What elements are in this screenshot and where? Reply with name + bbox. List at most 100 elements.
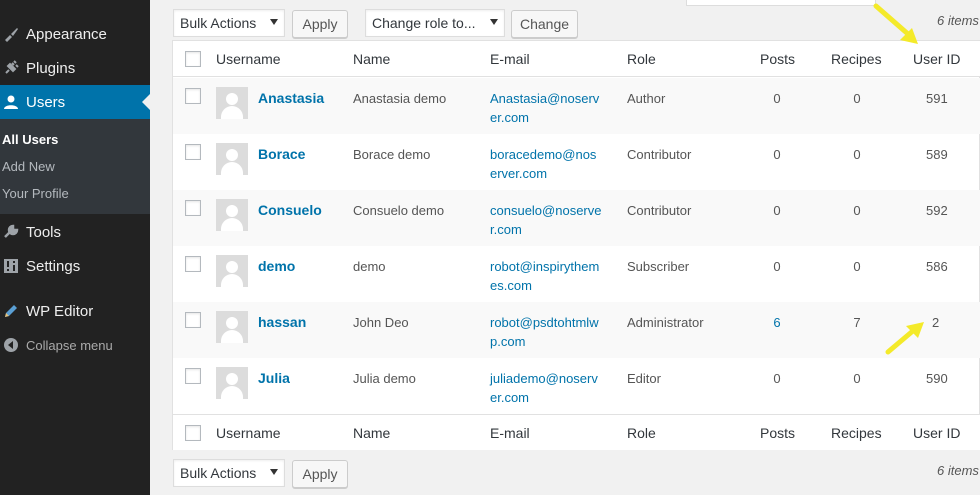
avatar — [216, 255, 248, 287]
row-checkbox[interactable] — [185, 88, 201, 104]
avatar — [216, 199, 248, 231]
email-link[interactable]: robot@psdtohtmlwp.com — [490, 313, 602, 351]
posts-count: 0 — [773, 147, 781, 162]
settings-icon — [1, 256, 21, 276]
column-username[interactable]: Username — [216, 51, 281, 67]
email-link[interactable]: Anastasia@noserver.com — [490, 89, 602, 127]
items-count-top: 6 items — [937, 13, 979, 28]
sidebar-item-label: WP Editor — [26, 302, 94, 320]
user-id: 591 — [926, 91, 948, 106]
sidebar-item-label: Settings — [26, 257, 81, 275]
bulk-actions-select-bottom[interactable]: Bulk Actions — [173, 459, 285, 487]
sidebar-item-settings[interactable]: Settings — [0, 249, 150, 283]
column-name[interactable]: Name — [353, 51, 390, 67]
posts-count: 0 — [773, 371, 781, 386]
sidebar-item-tools[interactable]: Tools — [0, 215, 150, 249]
column-email[interactable]: E-mail — [490, 425, 530, 441]
arrow-annotation-icon — [885, 322, 924, 355]
user-role: Contributor — [627, 203, 692, 218]
posts-count: 0 — [773, 91, 781, 106]
avatar — [216, 311, 248, 343]
chevron-down-icon — [270, 19, 278, 25]
row-checkbox[interactable] — [185, 312, 201, 328]
apply-button-bottom[interactable]: Apply — [292, 460, 348, 488]
email-link[interactable]: robot@inspirythemes.com — [490, 257, 602, 295]
email-link[interactable]: boracedemo@noserver.com — [490, 145, 602, 183]
user-id: 2 — [932, 315, 940, 330]
username-link[interactable]: Julia — [258, 369, 290, 388]
change-role-button[interactable]: Change — [511, 10, 578, 38]
row-checkbox[interactable] — [185, 368, 201, 384]
sidebar-item-label: Appearance — [26, 25, 107, 43]
users-table: Username Name E-mail Role Posts Recipes … — [172, 40, 980, 450]
column-recipes: Recipes — [831, 51, 882, 67]
sidebar-item-users[interactable]: Users — [0, 85, 150, 119]
select-all-checkbox-footer[interactable] — [185, 425, 201, 441]
username-link[interactable]: Anastasia — [258, 89, 324, 108]
collapse-menu-button[interactable]: Collapse menu — [0, 328, 150, 362]
plugin-icon — [1, 58, 21, 78]
email-link[interactable]: consuelo@noserver.com — [490, 201, 602, 239]
table-row: Anastasia Anastasia demo Anastasia@noser… — [173, 78, 980, 134]
user-name: John Deo — [353, 315, 409, 330]
column-posts: Posts — [760, 51, 796, 67]
users-submenu: All Users Add New Your Profile — [0, 119, 150, 214]
user-id: 590 — [926, 371, 948, 386]
user-id: 589 — [926, 147, 948, 162]
username-link[interactable]: Consuelo — [258, 201, 322, 220]
avatar — [216, 143, 248, 175]
user-role: Contributor — [627, 147, 692, 162]
column-email[interactable]: E-mail — [490, 51, 530, 67]
table-row: Borace Borace demo boracedemo@noserver.c… — [173, 134, 980, 190]
username-link[interactable]: Borace — [258, 145, 305, 164]
user-role: Author — [627, 91, 666, 106]
user-id: 592 — [926, 203, 948, 218]
row-checkbox[interactable] — [185, 144, 201, 160]
user-role: Subscriber — [627, 259, 690, 274]
chevron-down-icon — [490, 19, 498, 25]
submenu-add-new[interactable]: Add New — [2, 159, 55, 174]
sidebar-item-wp-editor[interactable]: WP Editor — [0, 294, 150, 328]
sidebar-item-plugins[interactable]: Plugins — [0, 51, 150, 85]
submenu-all-users[interactable]: All Users — [2, 132, 58, 147]
user-role: Editor — [627, 371, 661, 386]
bulk-actions-label: Bulk Actions — [180, 15, 257, 31]
user-name: Anastasia demo — [353, 91, 447, 106]
column-user-id: User ID — [913, 51, 961, 67]
username-link[interactable]: demo — [258, 257, 295, 276]
select-all-checkbox[interactable] — [185, 51, 201, 67]
row-checkbox[interactable] — [185, 256, 201, 272]
recipes-count: 7 — [853, 315, 861, 330]
email-link[interactable]: juliademo@noserver.com — [490, 369, 602, 407]
row-checkbox[interactable] — [185, 200, 201, 216]
sidebar-item-label: Plugins — [26, 59, 76, 77]
posts-count-link[interactable]: 6 — [762, 313, 792, 332]
column-posts: Posts — [760, 425, 796, 441]
column-username[interactable]: Username — [216, 425, 281, 441]
table-row: Julia Julia demo juliademo@noserver.com … — [173, 358, 980, 414]
column-name[interactable]: Name — [353, 425, 390, 441]
sidebar-item-label: Tools — [26, 223, 62, 241]
user-id: 586 — [926, 259, 948, 274]
username-link[interactable]: hassan — [258, 313, 306, 332]
user-role: Administrator — [627, 315, 704, 330]
avatar — [216, 87, 248, 119]
user-name: Consuelo demo — [353, 203, 445, 218]
apply-button-top[interactable]: Apply — [292, 10, 348, 38]
column-role: Role — [627, 51, 656, 67]
column-recipes: Recipes — [831, 425, 882, 441]
sidebar-item-label: Users — [26, 93, 66, 111]
sidebar-item-appearance[interactable]: Appearance — [0, 17, 150, 51]
collapse-menu-label: Collapse menu — [26, 337, 113, 353]
user-name: Julia demo — [353, 371, 416, 386]
admin-sidebar: Appearance Plugins Users All Users Add N… — [0, 0, 150, 495]
wrench-icon — [1, 222, 21, 242]
user-name: demo — [353, 259, 386, 274]
table-header: Username Name E-mail Role Posts Recipes … — [173, 41, 980, 77]
change-role-label: Change role to... — [372, 15, 476, 31]
bulk-actions-select-top[interactable]: Bulk Actions — [173, 9, 285, 37]
change-role-select[interactable]: Change role to... — [365, 9, 505, 37]
users-icon — [1, 92, 21, 112]
search-input[interactable] — [686, 0, 876, 6]
submenu-your-profile[interactable]: Your Profile — [2, 186, 69, 201]
